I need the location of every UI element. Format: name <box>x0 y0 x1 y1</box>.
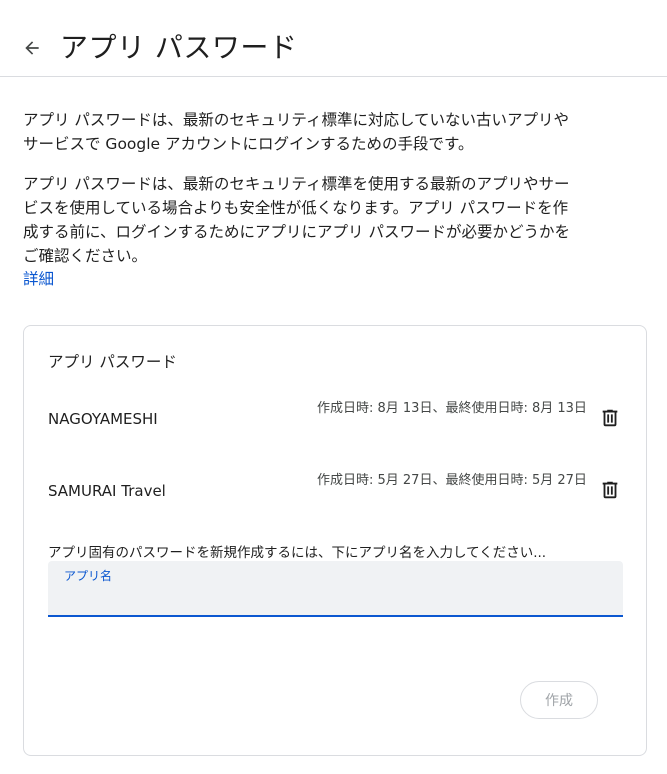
app-password-name: NAGOYAMESHI <box>48 410 158 428</box>
create-button[interactable]: 作成 <box>520 681 598 719</box>
card-title: アプリ パスワード <box>48 353 177 371</box>
description-paragraph-2: アプリ パスワードは、最新のセキュリティ標準を使用する最新のアプリやサービスを使… <box>23 175 570 265</box>
app-name-label: アプリ名 <box>64 569 113 583</box>
page-header: アプリ パスワード <box>0 0 667 77</box>
arrow-back-icon <box>25 41 39 55</box>
delete-button[interactable] <box>598 478 622 502</box>
description-paragraph-1: アプリ パスワードは、最新のセキュリティ標準に対応していない古いアプリやサービス… <box>23 111 570 153</box>
trash-icon <box>602 481 618 499</box>
app-password-row: SAMURAI Travel 作成日時: 5月 27日、最終使用日時: 5月 2… <box>24 470 646 520</box>
app-password-row: NAGOYAMESHI 作成日時: 8月 13日、最終使用日時: 8月 13日 <box>24 398 646 448</box>
create-hint: アプリ固有のパスワードを新規作成するには、下にアプリ名を入力してください... <box>48 545 547 561</box>
app-password-name: SAMURAI Travel <box>48 482 166 500</box>
trash-icon <box>602 409 618 427</box>
app-passwords-card: アプリ パスワード NAGOYAMESHI 作成日時: 8月 13日、最終使用日… <box>23 325 647 756</box>
app-password-meta: 作成日時: 5月 27日、最終使用日時: 5月 27日 <box>317 473 587 488</box>
delete-button[interactable] <box>598 406 622 430</box>
app-name-input[interactable] <box>64 585 604 609</box>
learn-more-link[interactable]: 詳細 <box>23 267 54 291</box>
app-name-field[interactable]: アプリ名 <box>48 561 623 617</box>
app-password-meta: 作成日時: 8月 13日、最終使用日時: 8月 13日 <box>317 401 587 416</box>
page-title: アプリ パスワード <box>60 31 298 64</box>
back-button[interactable] <box>18 34 46 62</box>
